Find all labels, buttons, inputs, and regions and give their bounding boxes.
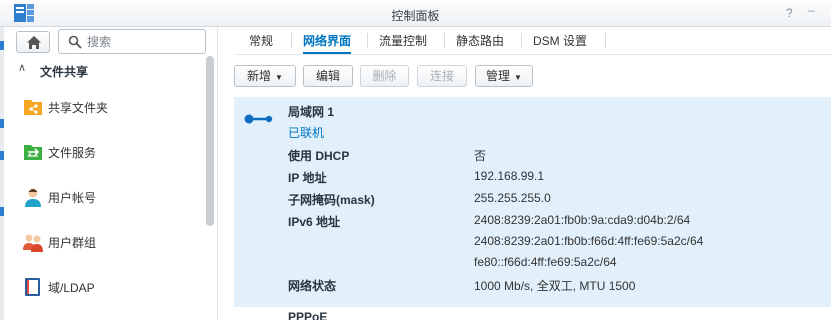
interface-panel-lan1[interactable]: 局域网 1 已联机 使用 DHCP 否 IP 地址 192.168.99.1 子… — [234, 97, 831, 307]
detail-label: 使用 DHCP — [288, 149, 350, 163]
detail-value: 192.168.99.1 — [474, 169, 545, 183]
sidebar-item-group[interactable]: 用户群组 — [4, 222, 204, 262]
delete-button[interactable]: 删除 — [360, 65, 409, 87]
sidebar-item-ldap[interactable]: 域/LDAP — [4, 267, 204, 307]
tab-dsm-settings[interactable]: DSM 设置 — [533, 32, 587, 54]
chevron-up-icon: ∧ — [18, 62, 27, 74]
detail-value: 否 — [474, 149, 487, 163]
detail-value: 2408:8239:2a01:fb0b:9a:cda9:d04b:2/64 — [474, 213, 691, 227]
sidebar: ∧ 文件共享 共享文件夹 文件服务 用户帐号 用 — [4, 27, 218, 320]
sidebar-item-label: 共享文件夹 — [48, 101, 109, 115]
tab-bar: 常规 网络界面 流量控制 静态路由 DSM 设置 — [235, 27, 831, 55]
search-box[interactable] — [58, 29, 206, 54]
caret-down-icon: ▼ — [514, 73, 522, 82]
tab-divider — [521, 33, 522, 48]
user-icon — [25, 188, 41, 207]
detail-label: 子网掩码(mask) — [288, 193, 375, 207]
file-services-icon — [24, 145, 42, 160]
detail-value: 1000 Mb/s, 全双工, MTU 1500 — [474, 279, 636, 293]
sidebar-item-label: 用户帐号 — [48, 191, 97, 205]
title-bar: 控制面板 ? – — [0, 0, 831, 27]
manage-button[interactable]: 管理 ▼ — [475, 65, 533, 87]
edit-button[interactable]: 编辑 — [303, 65, 353, 87]
detail-value: 255.255.255.0 — [474, 191, 551, 205]
connect-button[interactable]: 连接 — [417, 65, 467, 87]
home-icon — [27, 36, 41, 49]
detail-label: 网络状态 — [288, 279, 337, 293]
tab-divider — [444, 33, 445, 48]
caret-down-icon: ▼ — [275, 73, 283, 82]
create-button-label: 新增 — [247, 69, 272, 83]
detail-value: 2408:8239:2a01:fb0b:f66d:4ff:fe69:5a2c/6… — [474, 234, 704, 248]
tab-divider — [605, 33, 606, 48]
search-input[interactable] — [87, 33, 197, 51]
create-button[interactable]: 新增 ▼ — [234, 65, 296, 87]
sidebar-item-shared-folder[interactable]: 共享文件夹 — [4, 87, 204, 127]
tab-network-interface[interactable]: 网络界面 — [303, 32, 352, 54]
minimize-button[interactable]: – — [808, 3, 815, 17]
interface-name: 局域网 1 — [288, 105, 335, 119]
sidebar-item-label: 用户群组 — [48, 236, 97, 250]
section-label: 文件共享 — [40, 65, 89, 79]
tab-divider — [367, 33, 368, 48]
shared-folder-icon — [24, 100, 42, 115]
tab-traffic-control[interactable]: 流量控制 — [379, 32, 427, 54]
window-title: 控制面板 — [391, 9, 440, 23]
main-content: 常规 网络界面 流量控制 静态路由 DSM 设置 新增 ▼ 编辑 删除 连接 管理… — [219, 27, 831, 320]
group-icon — [23, 234, 43, 252]
ldap-icon — [25, 278, 40, 296]
tab-static-route[interactable]: 静态路由 — [456, 32, 504, 54]
interface-status: 已联机 — [288, 126, 325, 140]
tab-divider — [291, 33, 292, 48]
help-button[interactable]: ? — [786, 6, 793, 20]
sidebar-item-label: 域/LDAP — [48, 281, 95, 295]
search-icon — [68, 35, 82, 49]
tab-general[interactable]: 常规 — [249, 32, 273, 54]
sidebar-item-label: 文件服务 — [48, 146, 97, 160]
detail-value: fe80::f66d:4ff:fe69:5a2c/64 — [474, 255, 617, 269]
sidebar-scrollbar[interactable] — [206, 56, 214, 226]
manage-button-label: 管理 — [486, 69, 511, 83]
sidebar-item-user[interactable]: 用户帐号 — [4, 177, 204, 217]
detail-label: IPv6 地址 — [288, 215, 341, 229]
section-header-file-sharing[interactable]: ∧ 文件共享 — [4, 59, 204, 81]
home-button[interactable] — [16, 31, 50, 53]
interface-name-pppoe[interactable]: PPPoE — [288, 310, 327, 320]
sidebar-item-file-services[interactable]: 文件服务 — [4, 132, 204, 172]
detail-label: IP 地址 — [288, 171, 327, 185]
network-connected-icon — [244, 114, 273, 124]
